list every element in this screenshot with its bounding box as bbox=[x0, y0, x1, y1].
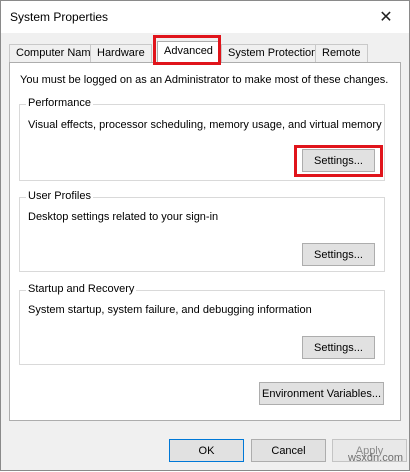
startup-recovery-title: Startup and Recovery bbox=[26, 283, 137, 295]
tab-hardware[interactable]: Hardware bbox=[90, 44, 152, 63]
performance-description: Visual effects, processor scheduling, me… bbox=[28, 119, 382, 131]
cancel-button[interactable]: Cancel bbox=[251, 439, 326, 462]
window-title: System Properties bbox=[10, 10, 109, 24]
startup-recovery-settings-button[interactable]: Settings... bbox=[302, 336, 375, 359]
performance-settings-button[interactable]: Settings... bbox=[302, 149, 375, 172]
ok-button[interactable]: OK bbox=[169, 439, 244, 462]
user-profiles-title: User Profiles bbox=[26, 190, 93, 202]
user-profiles-settings-button[interactable]: Settings... bbox=[302, 243, 375, 266]
close-icon[interactable]: ✕ bbox=[363, 1, 409, 33]
tab-system-protection[interactable]: System Protection bbox=[221, 44, 325, 63]
performance-title: Performance bbox=[26, 97, 93, 109]
user-profiles-description: Desktop settings related to your sign-in bbox=[28, 211, 219, 223]
tab-remote[interactable]: Remote bbox=[315, 44, 368, 63]
admin-note: You must be logged on as an Administrato… bbox=[20, 74, 389, 86]
tab-advanced[interactable]: Advanced bbox=[157, 41, 220, 64]
watermark: wsxdn.com bbox=[347, 452, 403, 464]
system-properties-window: System Properties ✕ Computer Name Hardwa… bbox=[0, 0, 410, 471]
title-bar[interactable]: System Properties ✕ bbox=[1, 1, 409, 33]
startup-recovery-description: System startup, system failure, and debu… bbox=[28, 304, 312, 316]
environment-variables-button[interactable]: Environment Variables... bbox=[259, 382, 384, 405]
tab-strip: Computer Name Hardware Advanced System P… bbox=[9, 41, 399, 64]
